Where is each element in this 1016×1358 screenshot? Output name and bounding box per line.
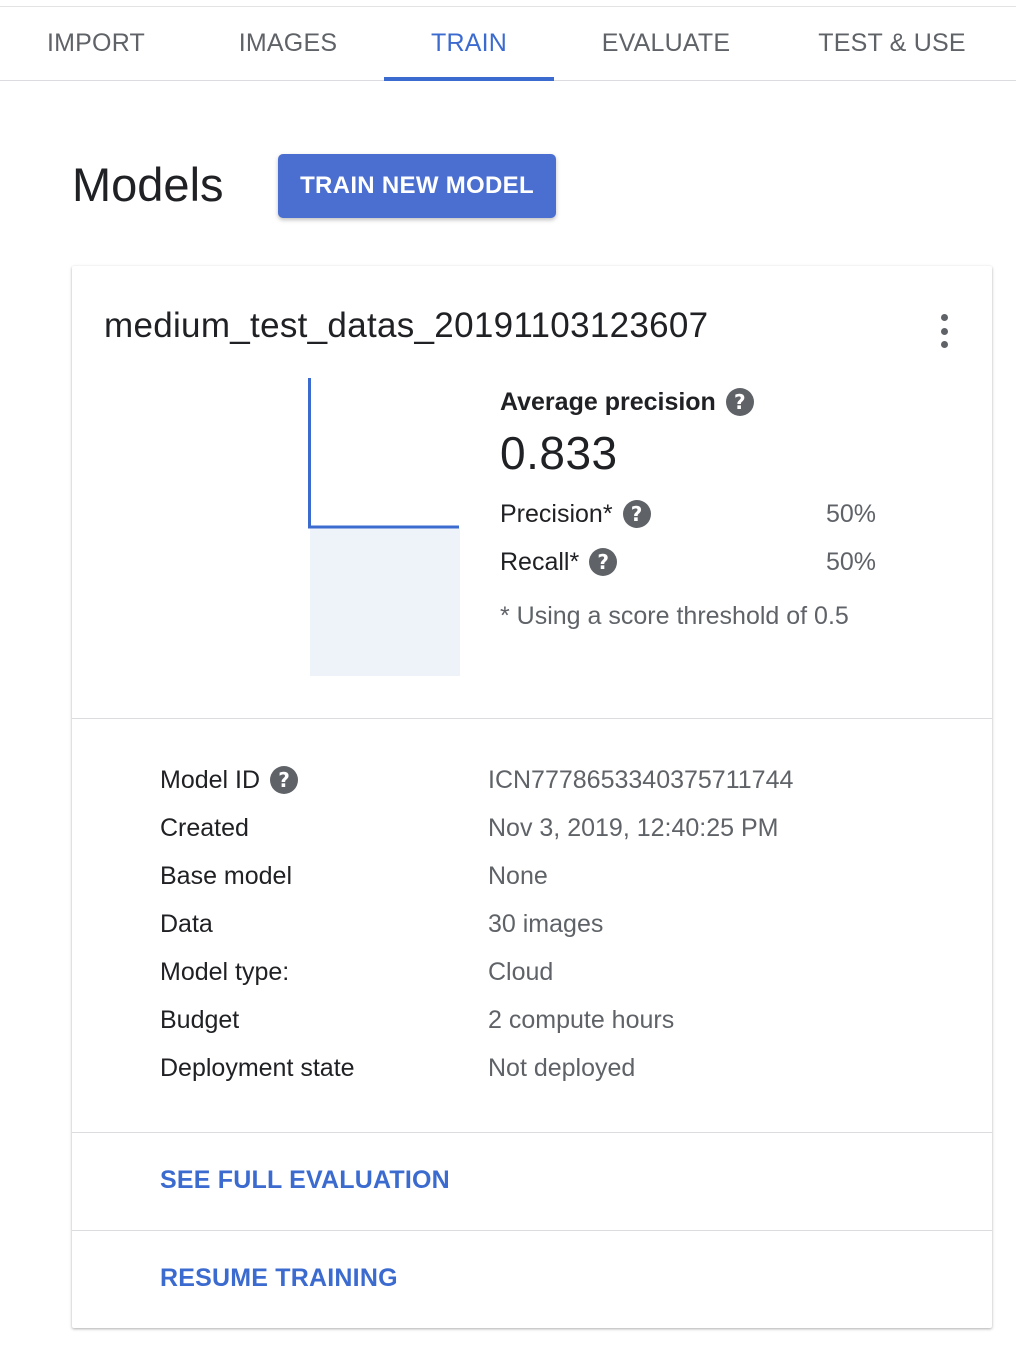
pr-curve-line bbox=[308, 378, 459, 529]
see-full-evaluation-link[interactable]: SEE FULL EVALUATION bbox=[160, 1166, 450, 1195]
detail-key: Model ID bbox=[160, 765, 261, 794]
detail-value: Not deployed bbox=[488, 1053, 636, 1082]
help-icon[interactable]: ? bbox=[589, 548, 618, 576]
precision-recall-chart bbox=[308, 378, 460, 676]
model-details: Model ID ? ICN7778653340375711744 Create… bbox=[160, 756, 940, 1092]
recall-label: Recall* bbox=[500, 547, 580, 576]
tab-test-and-use[interactable]: TEST & USE bbox=[800, 7, 984, 81]
detail-key: Budget bbox=[160, 1005, 240, 1034]
detail-value: ICN7778653340375711744 bbox=[488, 765, 794, 794]
tab-train[interactable]: TRAIN bbox=[384, 7, 554, 81]
precision-row: Precision* ? 50% bbox=[500, 496, 880, 532]
detail-row-model-id: Model ID ? ICN7778653340375711744 bbox=[160, 756, 940, 804]
detail-value: 30 images bbox=[488, 909, 604, 938]
average-precision-value: 0.833 bbox=[500, 427, 618, 479]
tab-import[interactable]: IMPORT bbox=[0, 7, 192, 81]
recall-row: Recall* ? 50% bbox=[500, 544, 880, 580]
detail-key: Created bbox=[160, 813, 249, 842]
detail-key: Deployment state bbox=[160, 1053, 355, 1082]
detail-value: Cloud bbox=[488, 957, 554, 986]
threshold-note: * Using a score threshold of 0.5 bbox=[500, 602, 849, 630]
train-new-model-button[interactable]: TRAIN NEW MODEL bbox=[278, 154, 556, 218]
recall-value: 50% bbox=[825, 547, 876, 576]
detail-row-base-model: Base model None bbox=[160, 852, 940, 900]
detail-value: Nov 3, 2019, 12:40:25 PM bbox=[488, 813, 779, 842]
help-icon[interactable]: ? bbox=[725, 388, 754, 416]
precision-label: Precision* bbox=[500, 499, 613, 528]
detail-value: None bbox=[488, 861, 548, 890]
detail-row-budget: Budget 2 compute hours bbox=[160, 996, 940, 1044]
divider bbox=[72, 1132, 992, 1133]
model-name: medium_test_datas_20191103123607 bbox=[104, 306, 709, 345]
metrics-panel: Average precision ? 0.833 Precision* ? 5… bbox=[500, 384, 880, 631]
average-precision-heading: Average precision ? bbox=[500, 384, 880, 420]
pr-curve-area bbox=[310, 528, 460, 676]
detail-key: Model type: bbox=[160, 957, 290, 986]
detail-value: 2 compute hours bbox=[488, 1005, 675, 1034]
tab-evaluate[interactable]: EVALUATE bbox=[578, 7, 754, 81]
more-vert-icon[interactable] bbox=[932, 314, 956, 348]
page-title: Models bbox=[72, 158, 224, 211]
detail-row-deployment-state: Deployment state Not deployed bbox=[160, 1044, 940, 1092]
detail-row-created: Created Nov 3, 2019, 12:40:25 PM bbox=[160, 804, 940, 852]
detail-key: Data bbox=[160, 909, 213, 938]
resume-training-link[interactable]: RESUME TRAINING bbox=[160, 1264, 398, 1293]
active-tab-indicator bbox=[384, 77, 554, 81]
tab-images[interactable]: IMAGES bbox=[192, 7, 384, 81]
detail-row-model-type: Model type: Cloud bbox=[160, 948, 940, 996]
help-icon[interactable]: ? bbox=[270, 766, 299, 794]
average-precision-label: Average precision bbox=[500, 387, 716, 416]
help-icon[interactable]: ? bbox=[622, 500, 651, 528]
divider bbox=[72, 1230, 992, 1231]
model-card: medium_test_datas_20191103123607 Average… bbox=[72, 266, 992, 1328]
tab-bar: IMPORT IMAGES TRAIN EVALUATE TEST & USE bbox=[0, 6, 1016, 81]
detail-key: Base model bbox=[160, 861, 293, 890]
detail-row-data: Data 30 images bbox=[160, 900, 940, 948]
precision-value: 50% bbox=[825, 499, 876, 528]
divider bbox=[72, 718, 992, 719]
